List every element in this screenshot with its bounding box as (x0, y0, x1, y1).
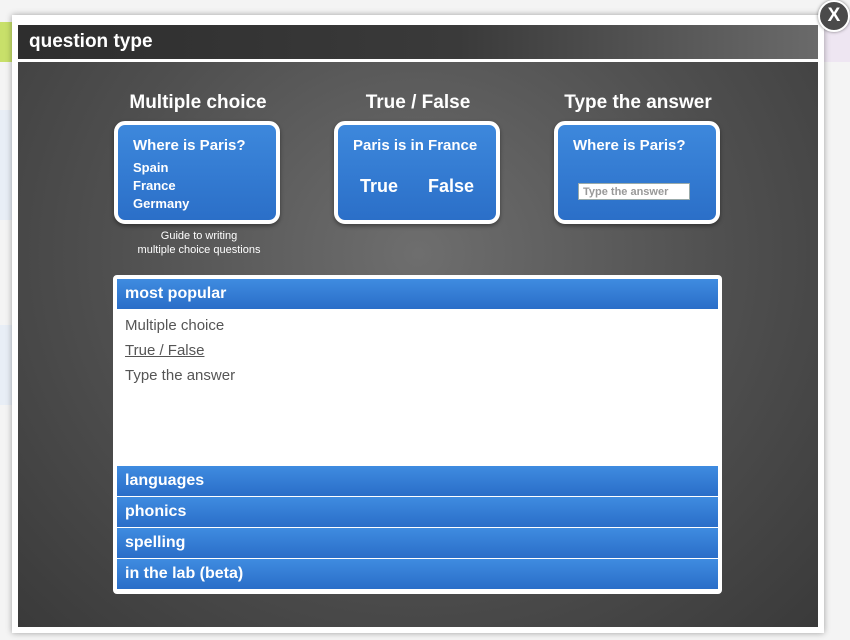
card-question: Where is Paris? (133, 137, 246, 154)
guide-link-line2: multiple choice questions (137, 244, 261, 256)
type-the-answer-card[interactable]: Where is Paris? Type the answer (554, 121, 720, 224)
multiple-choice-heading[interactable]: Multiple choice (114, 92, 282, 114)
category-phonics[interactable]: phonics (117, 497, 718, 527)
true-false-heading[interactable]: True / False (334, 92, 502, 114)
close-button[interactable]: X (818, 0, 850, 32)
category-in-the-lab[interactable]: in the lab (beta) (117, 559, 718, 589)
category-languages[interactable]: languages (117, 466, 718, 496)
card-question: Paris is in France (353, 137, 478, 154)
question-type-dialog: question type Multiple choice Where is P… (12, 15, 824, 633)
list-item-type-the-answer[interactable]: Type the answer (125, 367, 235, 384)
list-item-true-false[interactable]: True / False (125, 342, 204, 359)
card-option-germany: Germany (133, 196, 190, 211)
card-option-france: France (133, 178, 176, 193)
card-false-label: False (428, 176, 475, 196)
guide-link[interactable]: Guide to writing multiple choice questio… (114, 229, 284, 257)
card-true-label: True (360, 176, 399, 196)
dialog-title: question type (29, 31, 153, 52)
true-false-card[interactable]: Paris is in France True False (334, 121, 500, 224)
card-question: Where is Paris? (573, 137, 686, 154)
answer-input-preview: Type the answer (578, 183, 690, 200)
guide-link-line1: Guide to writing (160, 230, 238, 242)
multiple-choice-card[interactable]: Where is Paris? Spain France Germany (114, 121, 280, 224)
category-most-popular[interactable]: most popular (117, 279, 718, 309)
dialog-body: question type Multiple choice Where is P… (18, 25, 818, 627)
category-list-panel: most popular Multiple choice True / Fals… (113, 275, 722, 594)
type-the-answer-heading[interactable]: Type the answer (554, 92, 722, 114)
category-spelling[interactable]: spelling (117, 528, 718, 558)
dialog-title-bar: question type (18, 25, 818, 62)
card-option-spain: Spain (133, 160, 169, 175)
list-item-multiple-choice[interactable]: Multiple choice (125, 317, 224, 334)
